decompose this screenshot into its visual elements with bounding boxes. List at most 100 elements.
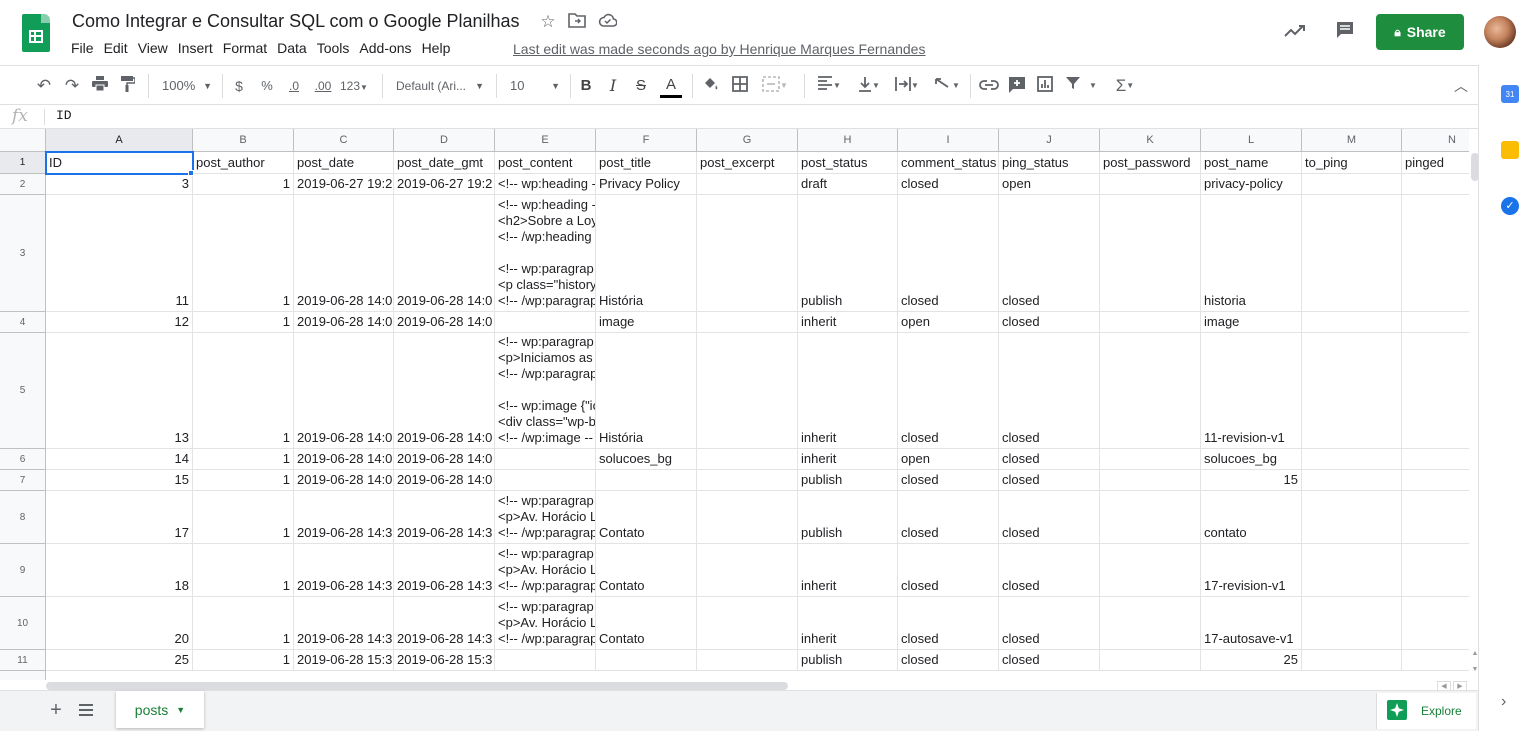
cell[interactable]: 2019-06-28 14:3 (394, 597, 495, 650)
more-formats-button[interactable]: 123▼ (340, 76, 374, 96)
cell[interactable] (596, 650, 697, 671)
cell[interactable]: História (596, 333, 697, 449)
cell[interactable]: 1 (193, 650, 294, 671)
cloud-saved-icon[interactable] (597, 12, 618, 32)
cell[interactable] (1302, 312, 1402, 333)
cell[interactable]: inherit (798, 312, 898, 333)
comments-icon[interactable] (1333, 20, 1357, 44)
activity-dashboard-icon[interactable] (1283, 20, 1307, 44)
cell[interactable]: to_ping (1302, 152, 1402, 174)
cell[interactable] (1402, 195, 1469, 312)
functions-icon[interactable]: Σ▼ (1108, 76, 1142, 96)
decrease-decimal-button[interactable]: .0 (284, 76, 304, 96)
menu-insert[interactable]: Insert (173, 40, 218, 58)
row-header[interactable]: 5 (0, 333, 46, 449)
cell[interactable]: 1 (193, 449, 294, 470)
cell[interactable]: 1 (193, 333, 294, 449)
column-header-m[interactable]: M (1302, 129, 1402, 152)
cell[interactable]: closed (999, 449, 1100, 470)
cell[interactable]: 2019-06-28 14:0 (294, 312, 394, 333)
vertical-align-icon[interactable]: ▼ (852, 76, 886, 96)
cell[interactable]: 3 (46, 174, 193, 195)
move-to-folder-icon[interactable] (567, 12, 587, 32)
text-wrapping-icon[interactable]: ▼ (890, 76, 924, 96)
cell[interactable] (1302, 195, 1402, 312)
cell[interactable]: post_password (1100, 152, 1201, 174)
cell[interactable]: 2019-06-28 14:0 (294, 333, 394, 449)
cell[interactable] (1302, 174, 1402, 195)
cell[interactable] (697, 195, 798, 312)
cell[interactable]: 1 (193, 174, 294, 195)
fill-color-icon[interactable] (700, 76, 720, 96)
cell[interactable]: 2019-06-28 14:3 (394, 544, 495, 597)
cell[interactable]: historia (1201, 195, 1302, 312)
cell[interactable]: post_date_gmt (394, 152, 495, 174)
cell[interactable] (697, 174, 798, 195)
cell[interactable] (1302, 650, 1402, 671)
cell[interactable] (495, 470, 596, 491)
cell[interactable] (1100, 333, 1201, 449)
cell[interactable]: closed (898, 544, 999, 597)
font-size-select[interactable]: 10 ▼ (504, 76, 562, 96)
zoom-select[interactable]: 100% ▼ (156, 76, 214, 96)
format-percent-button[interactable]: % (258, 76, 276, 96)
cell[interactable] (697, 312, 798, 333)
cell[interactable] (1302, 333, 1402, 449)
cell[interactable]: closed (898, 597, 999, 650)
cell[interactable] (1100, 195, 1201, 312)
keep-icon[interactable] (1501, 141, 1519, 159)
horizontal-scroll-thumb[interactable] (46, 682, 788, 690)
cell[interactable]: open (898, 312, 999, 333)
column-header-d[interactable]: D (394, 129, 495, 152)
cell[interactable] (1100, 597, 1201, 650)
insert-link-icon[interactable] (978, 76, 1000, 96)
cell[interactable]: 14 (46, 449, 193, 470)
cell[interactable]: Contato (596, 597, 697, 650)
cell[interactable]: closed (999, 470, 1100, 491)
print-icon[interactable] (90, 76, 110, 96)
cell[interactable]: 11 (46, 195, 193, 312)
tasks-icon[interactable]: ✓ (1501, 197, 1519, 215)
column-header-b[interactable]: B (193, 129, 294, 152)
add-sheet-icon[interactable]: + (46, 700, 66, 720)
cell[interactable]: privacy-policy (1201, 174, 1302, 195)
cell[interactable] (1302, 597, 1402, 650)
cell[interactable] (697, 544, 798, 597)
cell[interactable]: 13 (46, 333, 193, 449)
row-header[interactable]: 9 (0, 544, 46, 597)
cell[interactable]: <!-- wp:paragrap <p>Av. Horácio L <!-- /wp… (495, 544, 596, 597)
cell[interactable] (596, 470, 697, 491)
cell[interactable]: closed (898, 195, 999, 312)
row-header[interactable]: 10 (0, 597, 46, 650)
cell[interactable]: 2019-06-28 14:0 (394, 449, 495, 470)
document-title[interactable]: Como Integrar e Consultar SQL com o Goog… (72, 11, 520, 32)
cell[interactable]: publish (798, 195, 898, 312)
cell[interactable]: 17-revision-v1 (1201, 544, 1302, 597)
row-header[interactable]: 2 (0, 174, 46, 195)
cell[interactable] (1402, 312, 1469, 333)
cell[interactable]: 2019-06-28 15:3 (394, 650, 495, 671)
menu-tools[interactable]: Tools (312, 40, 355, 58)
cell[interactable]: <!-- wp:heading - (495, 174, 596, 195)
row-header[interactable]: 11 (0, 650, 46, 671)
cell[interactable] (1402, 544, 1469, 597)
cell[interactable]: comment_status (898, 152, 999, 174)
cell[interactable]: 25 (46, 650, 193, 671)
cell[interactable]: 2019-06-28 14:3 (294, 544, 394, 597)
menu-file[interactable]: File (66, 40, 99, 58)
cell[interactable]: 20 (46, 597, 193, 650)
row-header[interactable]: 3 (0, 195, 46, 312)
column-header-j[interactable]: J (999, 129, 1100, 152)
cell[interactable]: 1 (193, 470, 294, 491)
cell[interactable]: 15 (46, 470, 193, 491)
cell[interactable]: 2019-06-28 14:3 (294, 491, 394, 544)
cell[interactable]: 2019-06-28 14:0 (394, 333, 495, 449)
cell[interactable]: <!-- wp:heading - <h2>Sobre a Loy <!-- /wp… (495, 195, 596, 312)
text-color-button[interactable]: A (660, 76, 682, 98)
fill-handle[interactable] (188, 170, 194, 176)
cell[interactable]: publish (798, 650, 898, 671)
row-header[interactable] (0, 671, 46, 680)
cell[interactable] (697, 470, 798, 491)
horizontal-align-icon[interactable]: ▼ (812, 76, 846, 96)
cell[interactable]: 1 (193, 544, 294, 597)
